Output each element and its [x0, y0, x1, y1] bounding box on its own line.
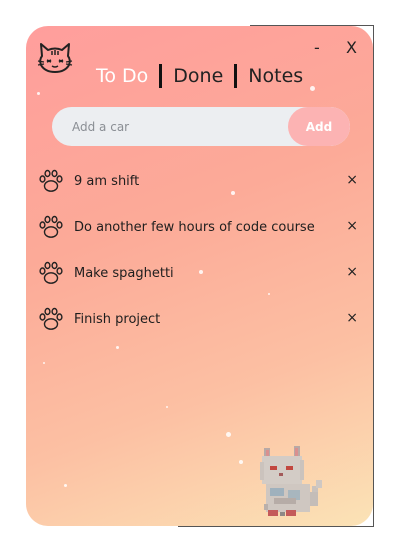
- tab-separator: [234, 64, 238, 88]
- window-frame-bottom: [178, 526, 374, 527]
- minimize-button[interactable]: -: [314, 38, 320, 58]
- task-text: Do another few hours of code course: [74, 219, 315, 235]
- window-frame-right: [373, 25, 374, 527]
- task-list: 9 am shift × Do another few hours of cod…: [38, 158, 368, 342]
- delete-task-button[interactable]: ×: [346, 218, 358, 234]
- close-button[interactable]: X: [346, 38, 357, 58]
- cat-face-icon: [37, 40, 73, 74]
- todo-app-window: - X To Do Done Notes Add 9 am shift ×: [26, 26, 373, 526]
- task-item[interactable]: 9 am shift ×: [38, 158, 368, 204]
- paw-icon: [39, 261, 63, 284]
- snow-dot: [310, 86, 315, 91]
- add-task-button[interactable]: Add: [288, 107, 350, 146]
- tab-todo[interactable]: To Do: [96, 65, 148, 87]
- paw-icon: [39, 215, 63, 238]
- snow-dot: [239, 460, 243, 464]
- snow-dot: [64, 484, 67, 487]
- task-item[interactable]: Finish project ×: [38, 296, 368, 342]
- task-text: 9 am shift: [74, 173, 140, 189]
- delete-task-button[interactable]: ×: [346, 172, 358, 188]
- snow-dot: [166, 406, 168, 408]
- paw-icon: [39, 307, 63, 330]
- new-task-input[interactable]: [52, 107, 288, 146]
- tab-separator: [159, 64, 163, 88]
- snow-dot: [116, 346, 119, 349]
- snow-dot: [43, 362, 45, 364]
- delete-task-button[interactable]: ×: [346, 310, 358, 326]
- snow-dot: [226, 432, 231, 437]
- tab-done[interactable]: Done: [173, 65, 223, 87]
- paw-icon: [39, 169, 63, 192]
- tab-notes[interactable]: Notes: [248, 65, 303, 87]
- task-text: Make spaghetti: [74, 265, 174, 281]
- task-item[interactable]: Make spaghetti ×: [38, 250, 368, 296]
- task-text: Finish project: [74, 311, 161, 327]
- pixel-cat-illustration: [250, 442, 334, 526]
- delete-task-button[interactable]: ×: [346, 264, 358, 280]
- snow-dot: [37, 92, 40, 95]
- new-task-bar: Add: [52, 107, 350, 146]
- tab-bar: To Do Done Notes: [96, 62, 303, 90]
- task-item[interactable]: Do another few hours of code course ×: [38, 204, 368, 250]
